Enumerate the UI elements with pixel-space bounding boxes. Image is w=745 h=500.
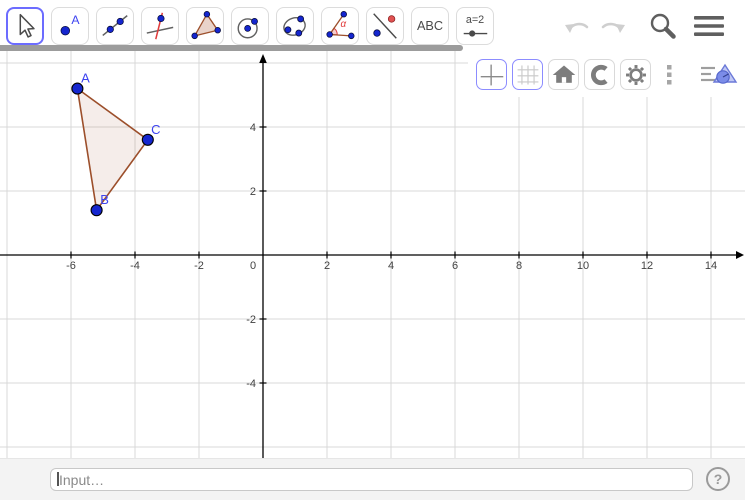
open-stylebar-button[interactable]: [696, 59, 740, 90]
tool-point[interactable]: A: [51, 7, 89, 45]
tool-reflect-about-line[interactable]: [366, 7, 404, 45]
tool-angle[interactable]: α: [321, 7, 359, 45]
x-axis-arrow: [736, 251, 744, 259]
axes-icon: [480, 64, 503, 85]
x-axis-label: 2: [324, 260, 330, 272]
menu-button[interactable]: [692, 13, 726, 39]
settings-button[interactable]: [620, 59, 651, 90]
circle-icon: [237, 18, 258, 39]
redo-icon: [601, 22, 625, 33]
home-icon: [552, 64, 575, 83]
tool-perpendicular-line[interactable]: [141, 7, 179, 45]
more-options-button[interactable]: [658, 59, 680, 90]
undo-button[interactable]: [562, 13, 592, 37]
tool-circle-with-center[interactable]: [231, 7, 269, 45]
graphics-canvas[interactable]: -6 -4 -2 0 2 4 6 8 10 12 14 4 2 -2 -4 A B C: [0, 51, 745, 458]
tool-line[interactable]: [96, 7, 134, 45]
hamburger-menu-icon: [694, 16, 724, 36]
angle-icon: α: [326, 11, 355, 40]
perpendicular-line-icon: [146, 12, 174, 40]
angle-tool-label: α: [340, 19, 346, 30]
tool-slider[interactable]: a=2: [456, 7, 494, 45]
x-axis-label: -4: [130, 260, 140, 272]
x-axis-label: 12: [641, 260, 653, 272]
x-axis-label: 8: [516, 260, 522, 272]
x-axis-label: 14: [705, 260, 717, 272]
help-button[interactable]: ?: [706, 467, 730, 491]
graphics-stylebar: [468, 51, 745, 97]
tool-polygon[interactable]: [186, 7, 224, 45]
point-icon: A: [60, 13, 80, 36]
kebab-dots-icon: [667, 64, 672, 84]
graphics-view[interactable]: -6 -4 -2 0 2 4 6 8 10 12 14 4 2 -2 -4 A B C: [0, 51, 745, 458]
point-tool-label: A: [71, 13, 80, 27]
algebra-input[interactable]: [50, 468, 693, 491]
tool-conic-through-points[interactable]: [276, 7, 314, 45]
magnet-snap-icon: [590, 64, 608, 85]
search-button[interactable]: [646, 11, 678, 39]
line-icon: [102, 15, 128, 36]
search-icon: [650, 13, 676, 39]
tool-text[interactable]: ABC: [411, 7, 449, 45]
point-capturing-button[interactable]: [584, 59, 615, 90]
standard-view-button[interactable]: [548, 59, 579, 90]
input-bar: ?: [0, 458, 745, 500]
y-axis-label: 4: [250, 122, 256, 134]
slider-tool-label: a=2: [466, 14, 484, 26]
y-axis-arrow: [259, 54, 267, 63]
y-axis-label: 2: [250, 186, 256, 198]
polygon-icon: [191, 11, 221, 40]
x-axis-label: 4: [388, 260, 394, 272]
x-axis-label: 6: [452, 260, 458, 272]
point-label-A: A: [81, 71, 90, 86]
triangle-polygon[interactable]: [76, 87, 149, 211]
redo-button[interactable]: [598, 13, 628, 37]
text-tool-label: ABC: [417, 19, 443, 33]
text-icon: ABC: [417, 19, 443, 33]
grid-icon: [517, 64, 538, 85]
y-axis-label: -4: [246, 378, 256, 390]
toolbar: A α ABC a=2: [0, 0, 745, 45]
x-axis-label: -2: [194, 260, 204, 272]
reflect-icon: [373, 13, 397, 39]
stylebar-toggle-icon: [701, 63, 738, 84]
move-cursor-icon: [19, 13, 35, 38]
conic-icon: [283, 15, 306, 37]
point-label-B: B: [100, 192, 109, 207]
point-label-C: C: [151, 122, 160, 137]
undo-icon: [565, 22, 589, 33]
y-axis-label: -2: [246, 314, 256, 326]
toggle-grid-button[interactable]: [512, 59, 543, 90]
slider-icon: a=2: [463, 14, 488, 37]
x-axis-label: 10: [577, 260, 589, 272]
tool-move[interactable]: [6, 7, 44, 45]
gear-icon: [625, 64, 646, 85]
toggle-axes-button[interactable]: [476, 59, 507, 90]
text-caret: [57, 472, 59, 486]
x-axis-label: -6: [66, 260, 76, 272]
origin-label: 0: [250, 260, 256, 272]
